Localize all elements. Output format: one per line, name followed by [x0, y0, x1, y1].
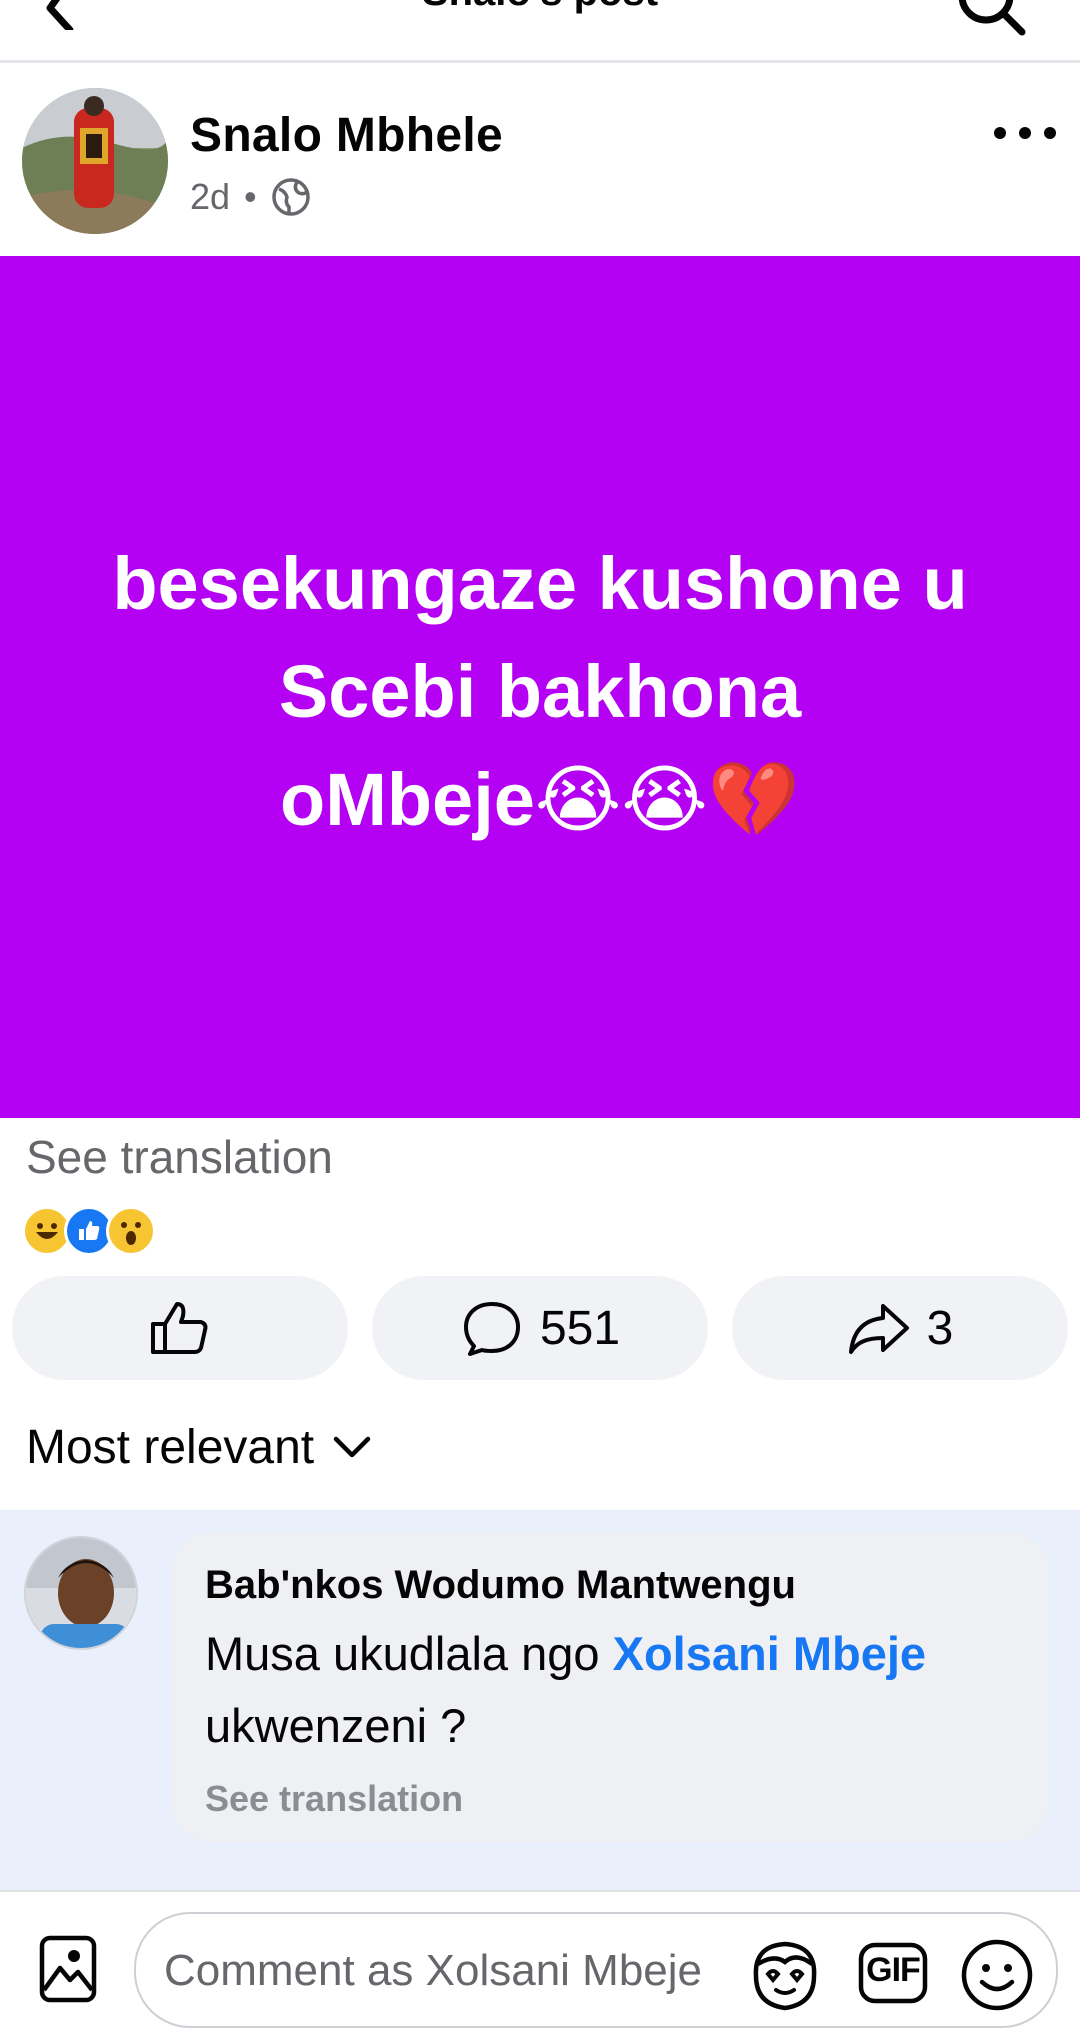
photo-attach-icon[interactable]: [38, 1930, 98, 2008]
post-author-name[interactable]: Snalo Mbhele: [190, 108, 503, 163]
emoji-smile-icon[interactable]: [960, 1938, 1034, 2012]
share-button[interactable]: 3: [732, 1276, 1068, 1380]
comment-count: 551: [539, 1301, 621, 1355]
avatar-sticker-icon[interactable]: [744, 1934, 826, 2016]
comment-bubble-icon: [463, 1302, 520, 1356]
author-avatar[interactable]: [22, 88, 168, 234]
chevron-down-icon: [333, 1436, 371, 1457]
search-icon[interactable]: [950, 0, 1030, 40]
see-translation-link[interactable]: See translation: [26, 1130, 333, 1184]
commenter-photo: [26, 1538, 136, 1648]
more-options-icon[interactable]: [990, 118, 1060, 148]
post-text: besekungaze kushone u Scebi bakhona oMbe…: [40, 530, 1040, 854]
share-arrow-icon: [848, 1304, 909, 1354]
post-text-line: Scebi bakhona: [278, 650, 802, 733]
gif-label: GIF: [866, 1951, 921, 1989]
comment-text-start: Musa ukudlala ngo: [205, 1627, 613, 1680]
avatar-photo: [22, 88, 168, 234]
reaction-summary[interactable]: [22, 1206, 156, 1256]
post-text-line: besekungaze kushone u: [112, 542, 968, 625]
comment-see-translation-link[interactable]: See translation: [205, 1778, 463, 1820]
sort-label: Most relevant: [26, 1421, 315, 1474]
like-button[interactable]: [12, 1276, 348, 1380]
comment-sort-dropdown[interactable]: Most relevant: [26, 1420, 372, 1475]
comment-text-end: ukwenzeni ?: [205, 1699, 467, 1752]
wow-reaction-icon: [106, 1206, 156, 1256]
page-title: Snalo's post: [0, 0, 1080, 15]
gif-button[interactable]: GIF: [858, 1940, 928, 2006]
share-count: 3: [926, 1301, 954, 1355]
commenter-avatar[interactable]: [24, 1536, 138, 1650]
comment-input-placeholder: Comment as Xolsani Mbeje: [164, 1946, 703, 1995]
post-time: 2d: [190, 176, 231, 217]
post-text-line: oMbeje😭😭💔: [280, 758, 800, 841]
comment-button[interactable]: 551: [372, 1276, 708, 1380]
mention-link[interactable]: Xolsani Mbeje: [613, 1627, 926, 1680]
thumbs-up-icon: [151, 1302, 208, 1354]
post-meta: 2d •: [190, 176, 311, 218]
meta-separator: •: [244, 176, 257, 217]
comment-author-name[interactable]: Bab'nkos Wodumo Mantwengu: [205, 1563, 796, 1608]
globe-public-icon: [271, 178, 310, 216]
comment-text: Musa ukudlala ngo Xolsani Mbeje ukwenzen…: [205, 1618, 1035, 1762]
